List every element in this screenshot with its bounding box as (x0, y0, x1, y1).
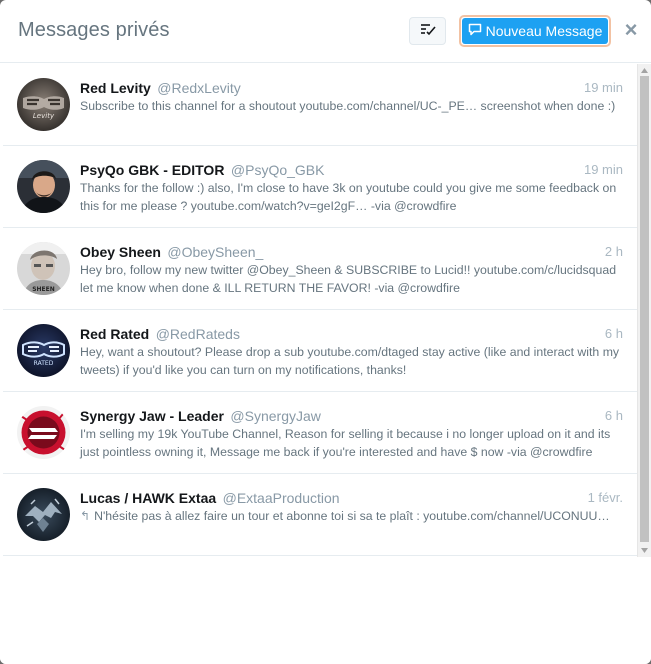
svg-text:SHEEN: SHEEN (32, 286, 55, 293)
avatar: SHEEN (17, 242, 70, 295)
sender-username: @ObeySheen_ (167, 244, 264, 260)
sender-name: Lucas / HAWK Extaa (80, 490, 217, 506)
conversation-item[interactable]: PsyQo GBK - EDITOR @PsyQo_GBK 19 min Tha… (3, 146, 637, 228)
message-snippet: Thanks for the follow :) also, I'm close… (80, 181, 617, 213)
dialog-title: Messages privés (18, 19, 170, 41)
timestamp: 1 févr. (587, 490, 623, 505)
new-message-focus-ring: Nouveau Message (459, 15, 611, 47)
message-snippet: I'm selling my 19k YouTube Channel, Reas… (80, 427, 611, 459)
dialog-footer-space (0, 557, 651, 664)
avatar (17, 406, 70, 459)
scrollbar-thumb[interactable] (640, 76, 649, 542)
timestamp: 19 min (583, 162, 623, 177)
sender-name: Red Rated (80, 326, 150, 342)
conversation-item[interactable]: Lucas / HAWK Extaa @ExtaaProduction 1 fé… (3, 474, 637, 556)
timestamp: 2 h (604, 244, 623, 259)
conversation-item[interactable]: Synergy Jaw - Leader @SynergyJaw 6 h I'm… (3, 392, 637, 474)
check-list-icon (420, 22, 436, 41)
scroll-down-arrow-icon[interactable] (638, 544, 651, 557)
avatar: Levity (17, 78, 70, 131)
dialog-header: Messages privés Nouveau Message × (0, 0, 651, 63)
message-snippet: Subscribe to this channel for a shoutout… (80, 99, 616, 113)
svg-text:RATED: RATED (34, 360, 54, 367)
timestamp: 19 min (583, 80, 623, 95)
new-message-button[interactable]: Nouveau Message (462, 18, 608, 44)
sender-name: Red Levity (80, 80, 151, 96)
sender-username: @RedxLevity (157, 80, 241, 96)
avatar (17, 488, 70, 541)
close-icon[interactable]: × (622, 19, 640, 41)
conversation-item[interactable]: RATED Red Rated @RedRateds 6 h Hey, want… (3, 310, 637, 392)
message-snippet-text: N'hésite pas à allez faire un tour et ab… (94, 509, 610, 523)
svg-text:Levity: Levity (33, 112, 55, 120)
timestamp: 6 h (604, 408, 623, 423)
avatar (17, 160, 70, 213)
vertical-scrollbar[interactable] (637, 64, 651, 557)
sender-name: Synergy Jaw - Leader (80, 408, 224, 424)
message-snippet: ↰ N'hésite pas à allez faire un tour et a… (80, 507, 625, 525)
sender-name: Obey Sheen (80, 244, 161, 260)
conversation-item[interactable]: SHEEN Obey Sheen @ObeySheen_ 2 h Hey bro… (3, 228, 637, 310)
message-snippet: Hey bro, follow my new twitter @Obey_She… (80, 263, 617, 295)
avatar: RATED (17, 324, 70, 377)
sender-username: @SynergyJaw (230, 408, 321, 424)
sender-username: @RedRateds (155, 326, 240, 342)
mark-all-read-button[interactable] (409, 17, 446, 45)
timestamp: 6 h (604, 326, 623, 341)
reply-icon: ↰ (80, 509, 91, 523)
conversation-list: Levity Red Levity @RedxLevity 19 min Sub… (3, 64, 637, 556)
sender-username: @PsyQo_GBK (230, 162, 325, 178)
compose-icon (468, 23, 482, 39)
direct-messages-dialog: Messages privés Nouveau Message × Levity… (0, 0, 651, 664)
sender-username: @ExtaaProduction (222, 490, 340, 506)
message-snippet: Hey, want a shoutout? Please drop a sub … (80, 345, 620, 377)
conversation-item[interactable]: Levity Red Levity @RedxLevity 19 min Sub… (3, 64, 637, 146)
new-message-label: Nouveau Message (485, 23, 603, 39)
sender-name: PsyQo GBK - EDITOR (80, 162, 225, 178)
